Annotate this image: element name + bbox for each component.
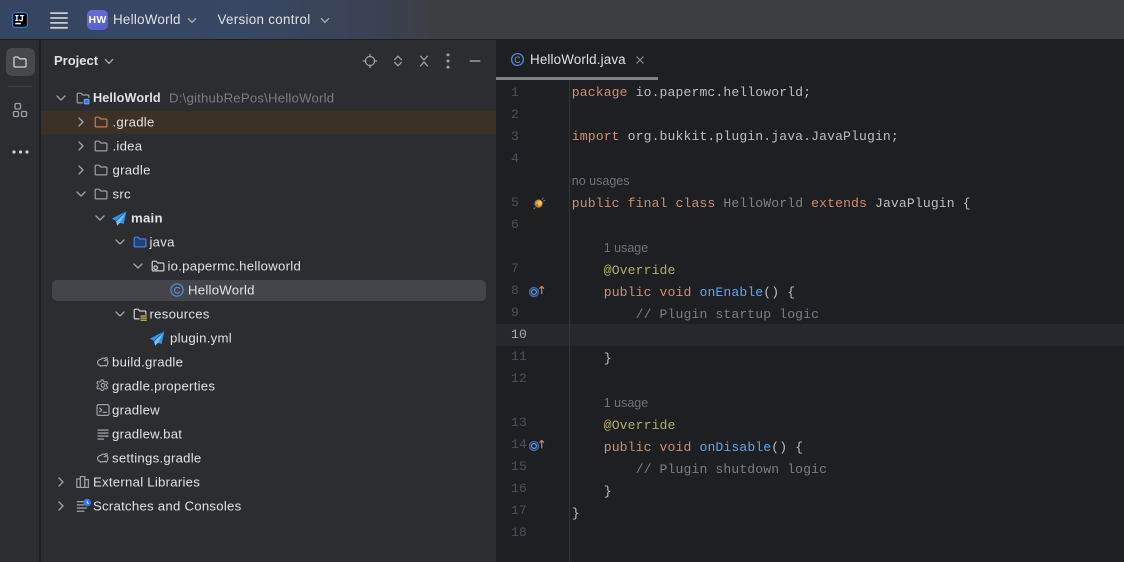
svg-text:C: C (514, 55, 521, 65)
svg-text:C: C (174, 285, 181, 296)
